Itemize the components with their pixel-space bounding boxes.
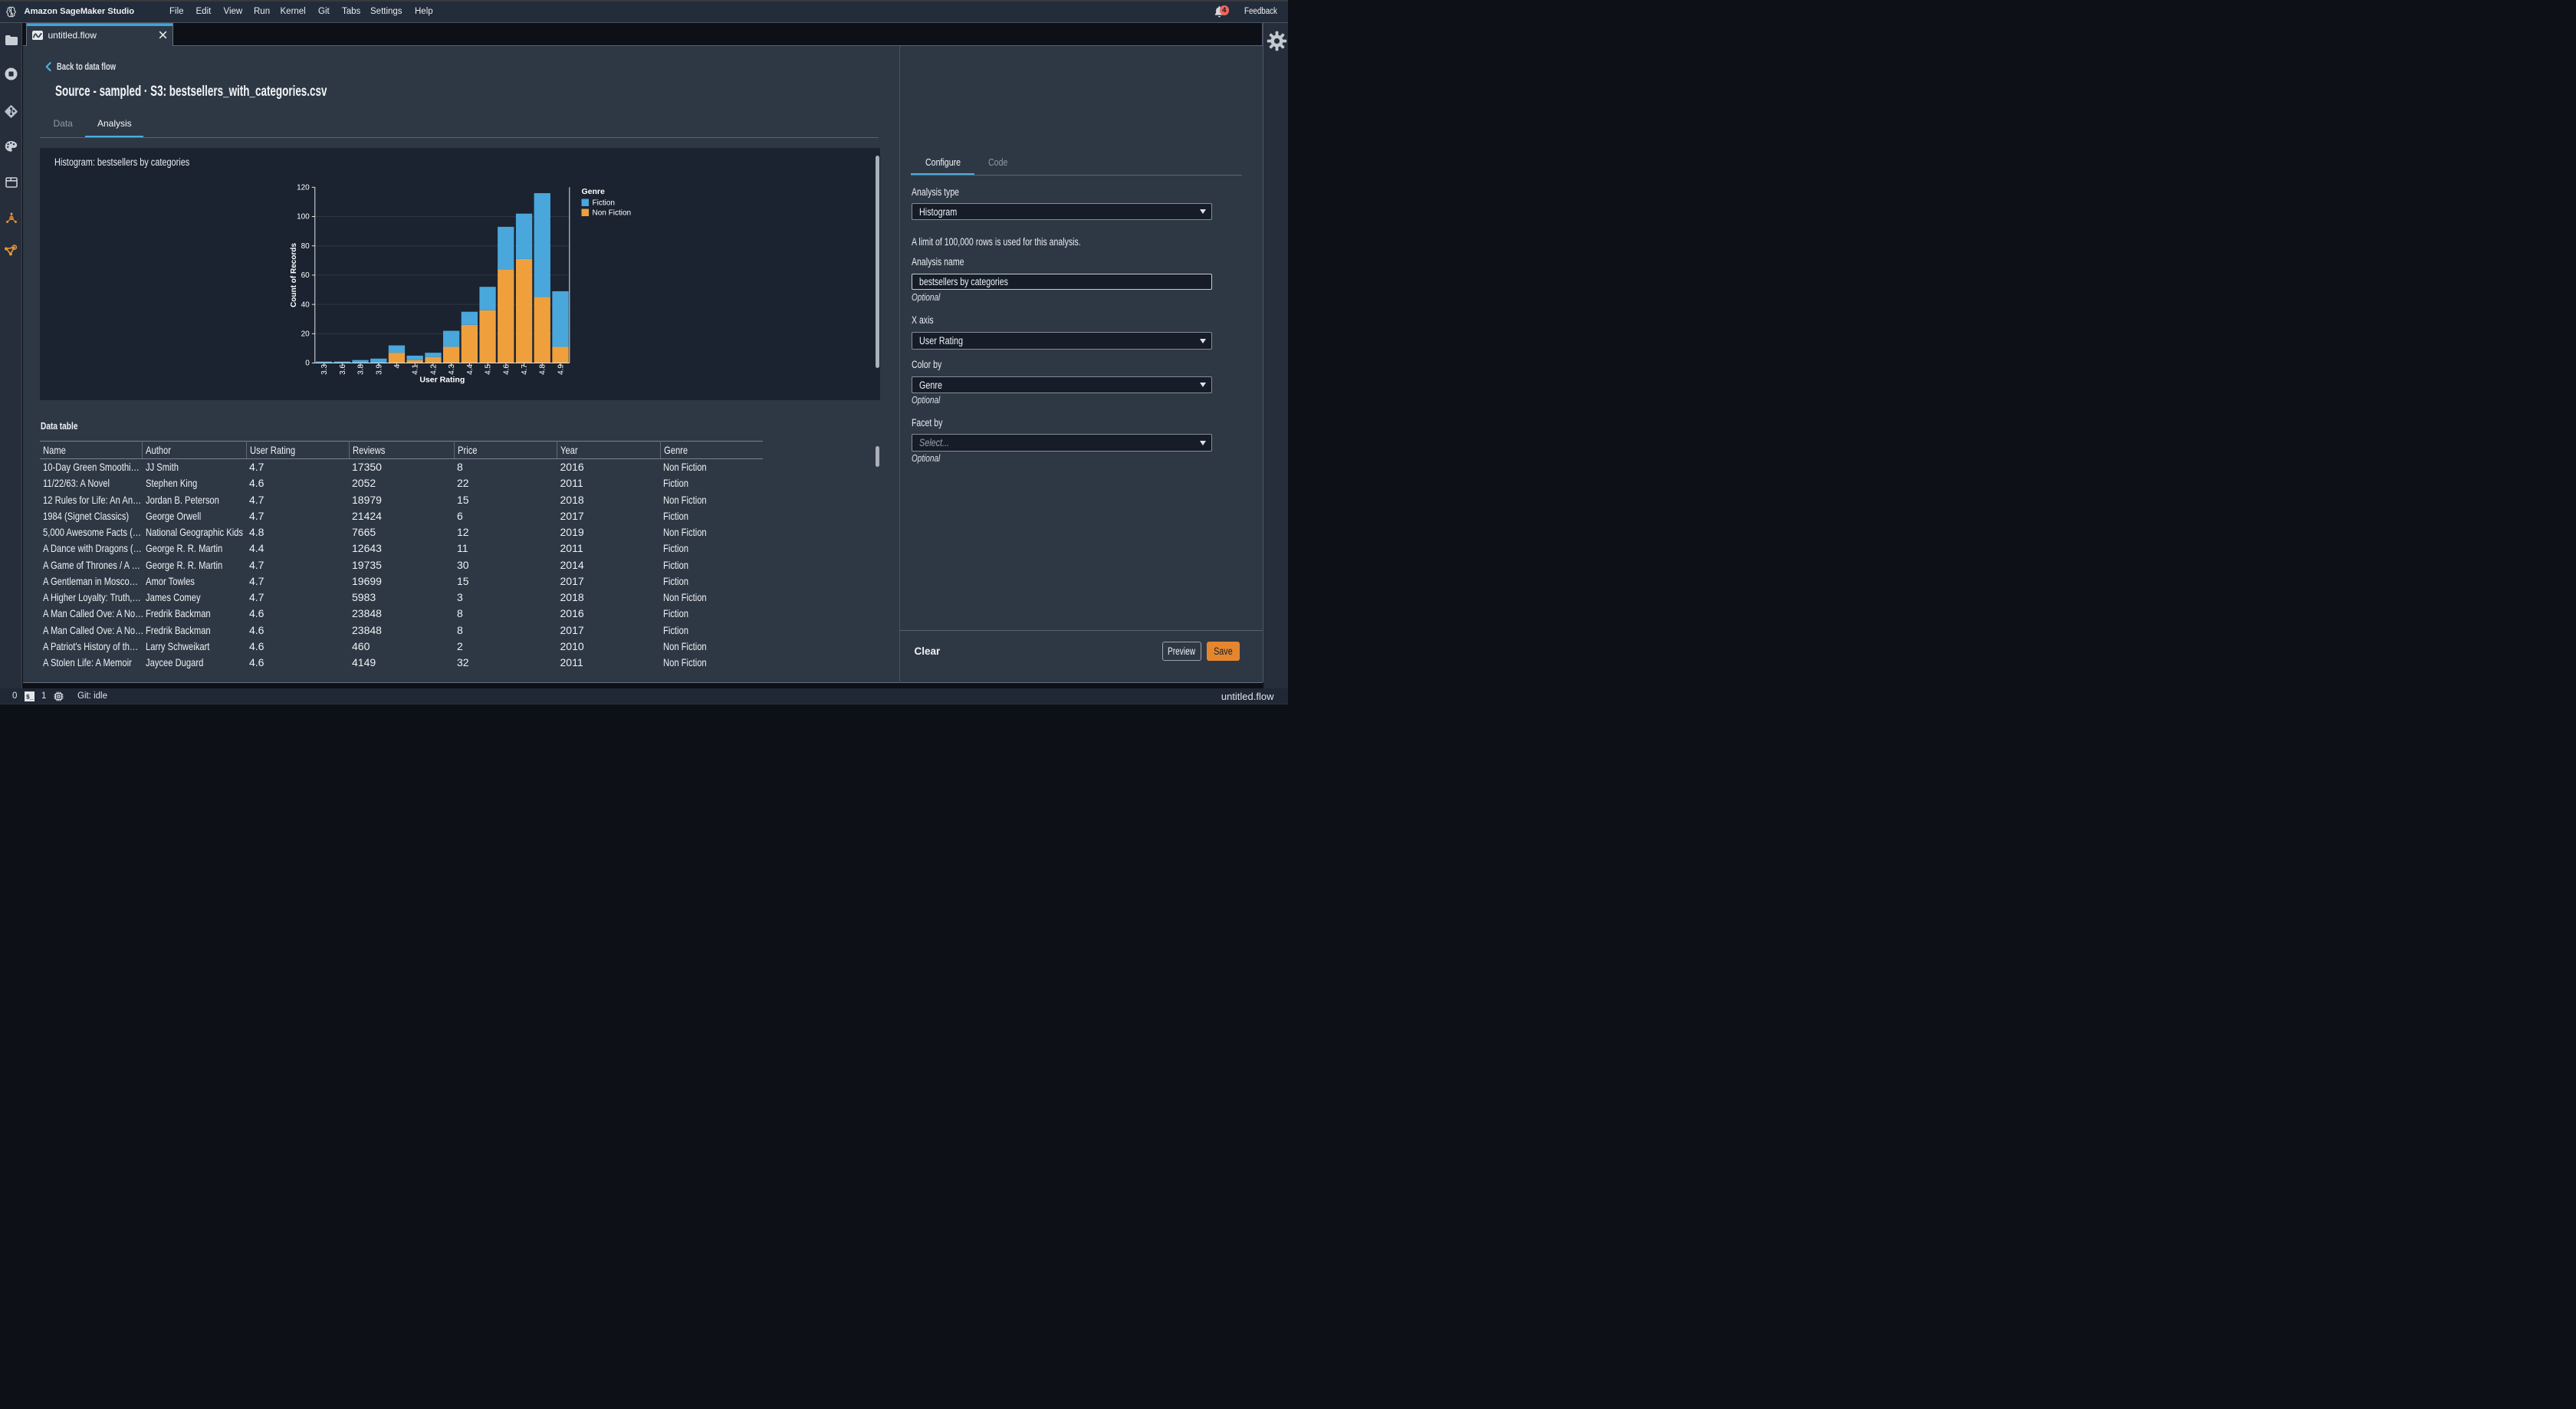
svg-text:User Rating: User Rating bbox=[419, 376, 465, 385]
svg-text:20: 20 bbox=[301, 330, 310, 339]
svg-text:4.2: 4.2 bbox=[429, 364, 438, 375]
svg-text:Genre: Genre bbox=[582, 187, 606, 196]
svg-text:4.9: 4.9 bbox=[557, 364, 565, 375]
svg-text:Count of Records: Count of Records bbox=[290, 243, 298, 307]
svg-text:$_: $_ bbox=[26, 695, 34, 701]
svg-text:4.8: 4.8 bbox=[539, 364, 547, 375]
svg-text:Fiction: Fiction bbox=[593, 199, 615, 208]
svg-text:3.6: 3.6 bbox=[339, 364, 347, 375]
svg-text:40: 40 bbox=[301, 301, 310, 309]
svg-text:4.4: 4.4 bbox=[466, 364, 475, 375]
svg-text:100: 100 bbox=[297, 213, 310, 222]
svg-text:120: 120 bbox=[297, 184, 310, 192]
svg-text:60: 60 bbox=[301, 271, 310, 280]
svg-text:Non Fiction: Non Fiction bbox=[593, 209, 632, 218]
svg-text:0: 0 bbox=[305, 360, 310, 368]
svg-text:4.3: 4.3 bbox=[448, 364, 456, 375]
svg-text:4.5: 4.5 bbox=[485, 364, 493, 375]
svg-text:4.7: 4.7 bbox=[521, 364, 529, 375]
svg-text:4.1: 4.1 bbox=[412, 364, 420, 375]
svg-text:80: 80 bbox=[301, 242, 310, 251]
svg-text:4.6: 4.6 bbox=[502, 364, 511, 375]
svg-text:4: 4 bbox=[393, 364, 402, 369]
svg-text:3.9: 3.9 bbox=[375, 364, 383, 375]
svg-text:3.3: 3.3 bbox=[320, 364, 329, 375]
svg-text:3.8: 3.8 bbox=[357, 364, 366, 375]
